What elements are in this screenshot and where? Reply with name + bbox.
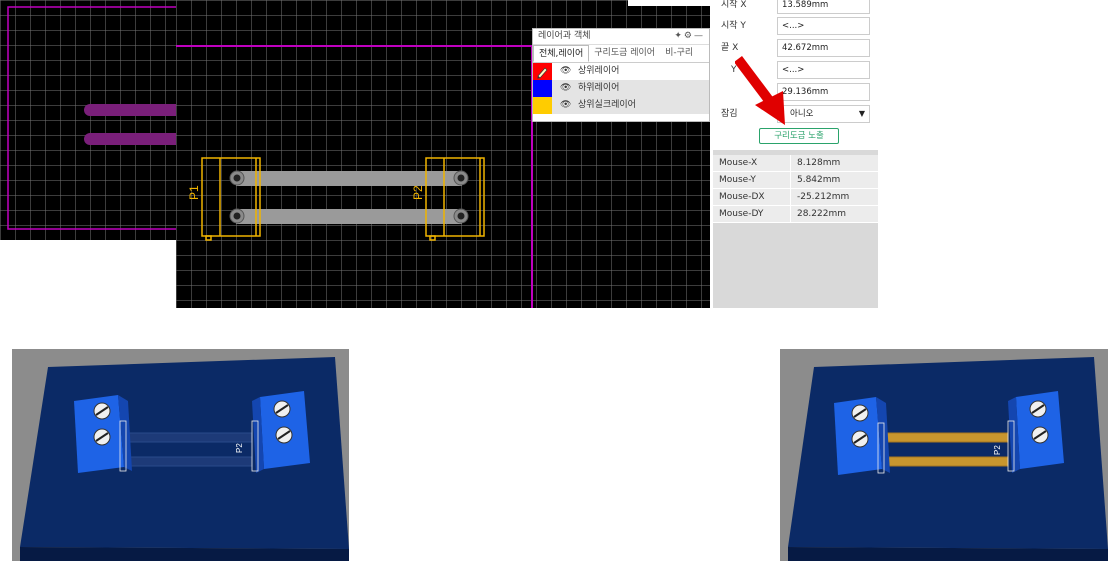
3d-board-render: P2 bbox=[788, 357, 1108, 561]
layer-color-swatch[interactable] bbox=[533, 80, 552, 97]
layers-panel-header: 레이어과 객체 ✦⚙— bbox=[533, 29, 709, 45]
layer-row-bottom[interactable]: 👁 하위레이어 bbox=[533, 80, 709, 97]
mouse-label: Mouse-DY bbox=[713, 205, 791, 223]
mouse-info-panel: Mouse-X 8.128mm Mouse-Y 5.842mm Mouse-DX -2… bbox=[713, 150, 878, 308]
tab-copper-layers[interactable]: 구리도금 레이어 bbox=[589, 45, 660, 62]
prop-label: 시작 X bbox=[721, 0, 747, 10]
eye-icon[interactable]: 👁 bbox=[560, 63, 574, 80]
mouse-label: Mouse-X bbox=[713, 155, 791, 172]
pin-icon[interactable]: ✦ bbox=[674, 31, 684, 41]
designator-p1: P1 bbox=[187, 185, 201, 200]
layers-panel-title: 레이어과 객체 bbox=[538, 31, 591, 41]
table-row: Mouse-DX -25.212mm bbox=[713, 188, 878, 206]
prop-start-y-field[interactable]: <...> bbox=[777, 17, 870, 35]
track-top[interactable] bbox=[236, 171, 462, 186]
mouse-value: -25.212mm bbox=[789, 188, 878, 206]
tab-all-layers[interactable]: 전체,레이어 bbox=[533, 45, 590, 62]
layer-color-swatch[interactable] bbox=[533, 97, 552, 114]
component-p2-footprint[interactable] bbox=[425, 157, 485, 241]
red-arrow-annotation bbox=[735, 56, 785, 125]
layer-row-top[interactable]: 👁 상위레이어 bbox=[533, 63, 709, 80]
table-row: Mouse-Y 5.842mm bbox=[713, 171, 878, 189]
3d-board-render: P2 bbox=[20, 357, 349, 561]
silk-label-p2: P2 bbox=[993, 445, 1002, 455]
tab-non-copper[interactable]: 비-구리 bbox=[660, 45, 698, 62]
mouse-value: 5.842mm bbox=[789, 171, 878, 189]
layer-name: 하위레이어 bbox=[578, 83, 620, 93]
mouse-value: 8.128mm bbox=[789, 155, 878, 172]
track-bottom[interactable] bbox=[236, 209, 462, 224]
minimize-icon[interactable]: — bbox=[694, 31, 705, 41]
3d-view-covered-tracks: P2 bbox=[12, 349, 349, 561]
layers-tabs: 전체,레이어 구리도금 레이어 비-구리 bbox=[533, 45, 709, 63]
mouse-label: Mouse-DX bbox=[713, 188, 791, 206]
expose-copper-button[interactable]: 구리도금 노출 bbox=[759, 128, 839, 144]
silk-label-p2: P2 bbox=[235, 443, 244, 453]
pencil-icon bbox=[537, 67, 548, 79]
layer-color-swatch[interactable] bbox=[533, 63, 552, 80]
layer-name: 상위레이어 bbox=[578, 66, 620, 76]
prop-label: 시작 Y bbox=[721, 21, 746, 31]
prop-start-x-field[interactable]: 13.589mm bbox=[777, 0, 870, 14]
layer-name: 상위실크레이어 bbox=[578, 100, 636, 110]
designator-p2: P2 bbox=[411, 185, 425, 200]
table-row: Mouse-DY 28.222mm bbox=[713, 205, 878, 223]
gear-icon[interactable]: ⚙ bbox=[684, 31, 694, 41]
eye-icon[interactable]: 👁 bbox=[560, 97, 574, 114]
mouse-value: 28.222mm bbox=[789, 205, 878, 223]
3d-view-exposed-copper: P2 bbox=[780, 349, 1108, 561]
layer-row-top-silk[interactable]: 👁 상위실크레이어 bbox=[533, 97, 709, 114]
component-p1-footprint[interactable] bbox=[201, 157, 261, 241]
table-row: Mouse-X 8.128mm bbox=[713, 155, 878, 172]
eye-icon[interactable]: 👁 bbox=[560, 80, 574, 97]
layers-panel: 레이어과 객체 ✦⚙— 전체,레이어 구리도금 레이어 비-구리 👁 상위레이어… bbox=[532, 28, 710, 122]
mouse-info-table: Mouse-X 8.128mm Mouse-Y 5.842mm Mouse-DX -2… bbox=[713, 155, 878, 223]
chevron-down-icon: ▼ bbox=[858, 109, 865, 118]
mouse-label: Mouse-Y bbox=[713, 171, 791, 189]
